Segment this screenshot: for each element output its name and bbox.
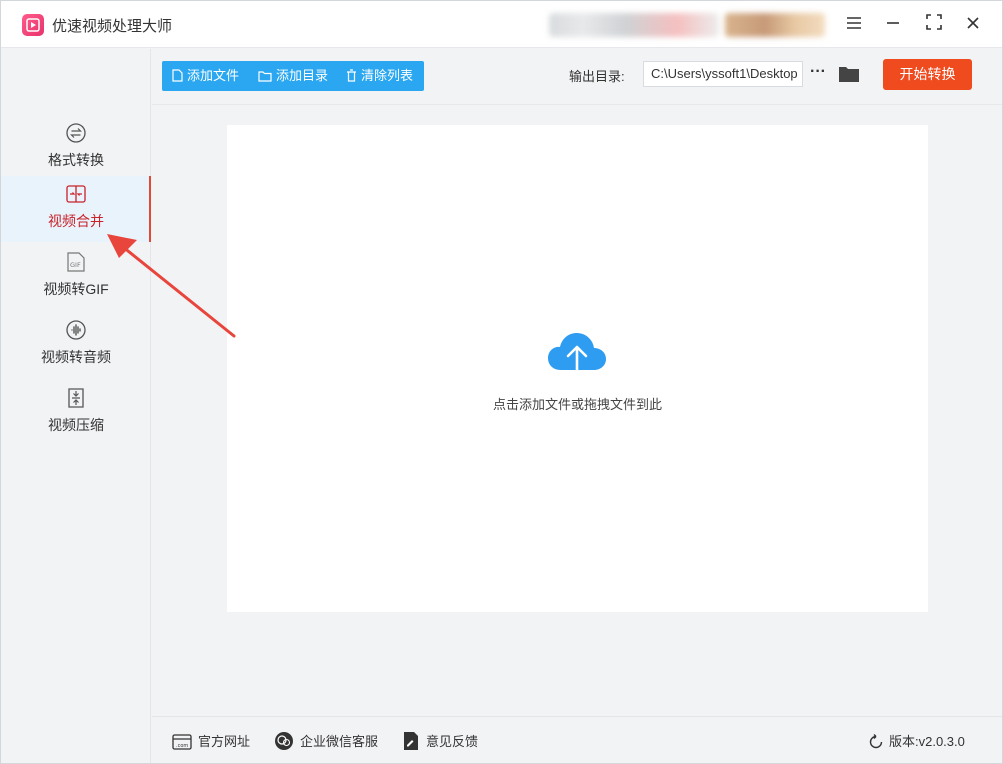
wechat-support-link[interactable]: 企业微信客服 [274, 731, 378, 751]
blurred-user-avatar [725, 13, 825, 37]
output-dir-label: 输出目录: [569, 69, 625, 84]
svg-text:GIF: GIF [70, 261, 81, 269]
drop-hint-text: 点击添加文件或拖拽文件到此 [492, 397, 662, 412]
file-drop-zone[interactable]: 点击添加文件或拖拽文件到此 [227, 125, 928, 612]
sidebar-item-label: 视频转音频 [41, 349, 111, 365]
wechat-icon [275, 732, 293, 750]
version-info: 版本:v2.0.3.0 [868, 731, 965, 750]
video-merge-icon [66, 185, 86, 203]
svg-text:.com: .com [176, 743, 188, 749]
sidebar-item-label: 视频合并 [48, 213, 104, 229]
add-file-button[interactable]: 添加文件 [172, 61, 239, 91]
audio-icon [66, 320, 86, 340]
start-convert-button[interactable]: 开始转换 [883, 59, 972, 90]
close-icon[interactable] [960, 11, 986, 37]
minimize-icon[interactable] [880, 11, 906, 37]
website-icon: .com [172, 734, 192, 750]
sidebar-item-label: 视频压缩 [48, 417, 104, 433]
gif-icon: GIF [67, 252, 85, 272]
main-content: 点击添加文件或拖拽文件到此 [152, 106, 1002, 716]
sidebar-item-format-convert[interactable]: 格式转换 [1, 115, 151, 181]
app-logo-icon [22, 14, 44, 36]
open-folder-icon[interactable] [838, 65, 860, 83]
menu-icon[interactable] [841, 11, 867, 37]
maximize-icon[interactable] [921, 11, 947, 37]
footer-bar: .com 官方网址 企业微信客服 意见反馈 版本:v2.0.3.0 [152, 716, 1002, 763]
sidebar-item-video-compress[interactable]: 视频压缩 [1, 380, 151, 446]
folder-icon [258, 71, 272, 82]
sidebar: 格式转换 视频合并 GIF 视频转GIF 视频转音频 视频压缩 [1, 49, 151, 763]
feedback-icon [404, 732, 418, 750]
sidebar-item-label: 格式转换 [48, 152, 104, 168]
app-title: 优速视频处理大师 [52, 18, 173, 35]
clear-list-button[interactable]: 清除列表 [346, 61, 413, 91]
compress-icon [68, 388, 84, 408]
sidebar-item-label: 视频转GIF [43, 281, 109, 297]
feedback-link[interactable]: 意见反馈 [402, 731, 478, 751]
format-convert-icon [66, 123, 86, 143]
browse-more-button[interactable]: ··· [808, 61, 828, 87]
app-window: 优速视频处理大师 格式转换 视频合并 GIF 视频转GIF 视频转音频 视频压缩… [0, 0, 1003, 764]
sidebar-item-video-to-audio[interactable]: 视频转音频 [1, 312, 151, 378]
cloud-upload-icon [548, 333, 606, 382]
file-actions-group: 添加文件 添加目录 清除列表 [162, 61, 424, 91]
official-website-link[interactable]: .com 官方网址 [172, 731, 250, 751]
blurred-user-info [549, 13, 719, 37]
sidebar-item-video-merge[interactable]: 视频合并 [1, 176, 151, 242]
output-path-field[interactable]: C:\Users\yssoft1\Desktop [643, 61, 803, 87]
trash-icon [347, 69, 356, 82]
refresh-icon[interactable] [868, 734, 884, 750]
file-icon [172, 69, 183, 82]
title-bar: 优速视频处理大师 [1, 1, 1002, 48]
toolbar: 添加文件 添加目录 清除列表 输出目录: C:\Users\yssoft1\De… [152, 49, 1002, 105]
add-directory-button[interactable]: 添加目录 [258, 61, 328, 91]
sidebar-item-video-to-gif[interactable]: GIF 视频转GIF [1, 244, 151, 310]
